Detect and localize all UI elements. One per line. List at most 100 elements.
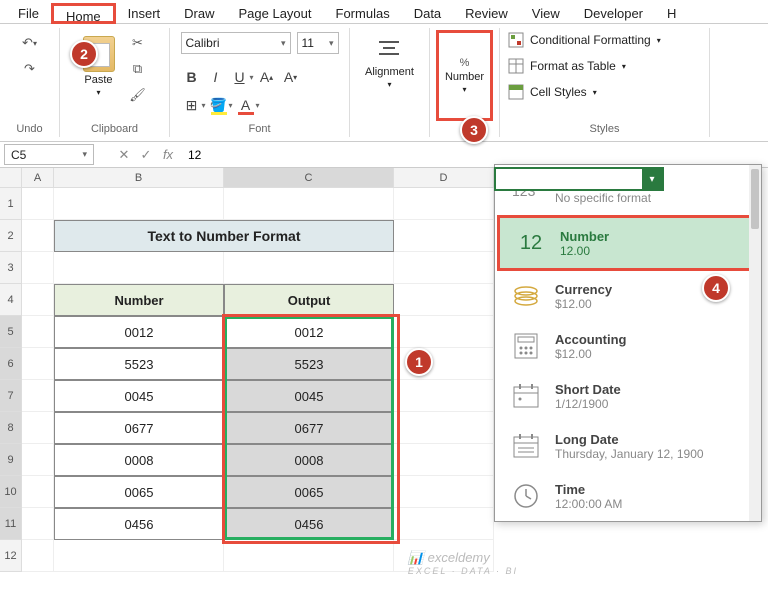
currency-icon xyxy=(509,281,543,311)
tab-pagelayout[interactable]: Page Layout xyxy=(227,3,324,23)
cell-b5[interactable]: 0012 xyxy=(54,316,224,348)
fill-color-button[interactable]: 🪣 xyxy=(208,94,230,116)
cell-c5[interactable]: 0012 xyxy=(224,316,394,348)
tab-draw[interactable]: Draw xyxy=(172,3,226,23)
bold-button[interactable]: B xyxy=(181,66,203,88)
chevron-down-icon: ▾ xyxy=(642,169,662,189)
cell-styles-icon xyxy=(508,84,524,100)
name-box[interactable]: C5▾ xyxy=(4,144,94,165)
increase-font-button[interactable]: A▴ xyxy=(256,66,278,88)
cell-b10[interactable]: 0065 xyxy=(54,476,224,508)
row-header[interactable]: 4 xyxy=(0,284,22,316)
cell-c8[interactable]: 0677 xyxy=(224,412,394,444)
annotation-4: 4 xyxy=(702,274,730,302)
tab-insert[interactable]: Insert xyxy=(116,3,173,23)
cell-c6[interactable]: 5523 xyxy=(224,348,394,380)
col-header[interactable]: C xyxy=(224,168,394,188)
long-date-icon xyxy=(509,431,543,461)
tab-developer[interactable]: Developer xyxy=(572,3,655,23)
row-header[interactable]: 1 xyxy=(0,188,22,220)
font-name-combo[interactable]: Calibri▾ xyxy=(181,32,291,54)
number-format-dropdown: 123 GeneralNo specific format 12 Number1… xyxy=(494,164,762,522)
header-number[interactable]: Number xyxy=(54,284,224,316)
cell-c11[interactable]: 0456 xyxy=(224,508,394,540)
cell-c7[interactable]: 0045 xyxy=(224,380,394,412)
undo-button[interactable]: ↶ ▾ xyxy=(17,32,43,54)
tab-review[interactable]: Review xyxy=(453,3,520,23)
format-short-date[interactable]: Short Date1/12/1900 xyxy=(495,371,761,421)
font-size-combo[interactable]: 11▾ xyxy=(297,32,339,54)
group-undo-label: Undo xyxy=(16,123,42,135)
cancel-formula-button[interactable]: ✕ xyxy=(114,145,134,165)
annotation-3: 3 xyxy=(460,116,488,144)
col-header[interactable]: B xyxy=(54,168,224,188)
enter-formula-button[interactable]: ✓ xyxy=(136,145,156,165)
alignment-icon xyxy=(375,36,403,64)
header-output[interactable]: Output xyxy=(224,284,394,316)
short-date-icon xyxy=(509,381,543,411)
conditional-formatting-button[interactable]: Conditional Formatting ▾ xyxy=(508,32,661,48)
format-long-date[interactable]: Long DateThursday, January 12, 1900 xyxy=(495,421,761,471)
annotation-2: 2 xyxy=(70,40,98,68)
cell-c10[interactable]: 0065 xyxy=(224,476,394,508)
col-header[interactable]: D xyxy=(394,168,494,188)
cell-b6[interactable]: 5523 xyxy=(54,348,224,380)
group-styles-label: Styles xyxy=(590,123,620,135)
decrease-font-button[interactable]: A▾ xyxy=(280,66,302,88)
row-header[interactable]: 10 xyxy=(0,476,22,508)
ribbon: ↶ ▾ ↷ Undo Paste ▾ ✂ ⧉ 🖌 Clipboard Calib… xyxy=(0,24,768,142)
cell-b9[interactable]: 0008 xyxy=(54,444,224,476)
cell-c9[interactable]: 0008 xyxy=(224,444,394,476)
alignment-button[interactable]: Alignment ▾ xyxy=(361,32,418,93)
cell-b7[interactable]: 0045 xyxy=(54,380,224,412)
row-header[interactable]: 11 xyxy=(0,508,22,540)
select-all-corner[interactable] xyxy=(0,168,22,188)
format-time[interactable]: Time12:00:00 AM xyxy=(495,471,761,521)
row-header[interactable]: 7 xyxy=(0,380,22,412)
tab-home[interactable]: Home xyxy=(51,3,116,24)
font-color-button[interactable]: A xyxy=(235,94,257,116)
conditional-formatting-icon xyxy=(508,32,524,48)
format-accounting[interactable]: Accounting $12.00 xyxy=(495,321,761,371)
percent-icon: % xyxy=(460,57,470,69)
row-header[interactable]: 3 xyxy=(0,252,22,284)
italic-button[interactable]: I xyxy=(205,66,227,88)
cell-styles-button[interactable]: Cell Styles ▾ xyxy=(508,84,597,100)
col-header[interactable]: A xyxy=(22,168,54,188)
number-format-combo[interactable]: ▾ xyxy=(494,167,664,191)
tab-data[interactable]: Data xyxy=(402,3,453,23)
ribbon-tabs: File Home Insert Draw Page Layout Formul… xyxy=(0,0,768,24)
dropdown-scrollbar[interactable] xyxy=(749,165,761,521)
row-header[interactable]: 8 xyxy=(0,412,22,444)
row-header[interactable]: 5 xyxy=(0,316,22,348)
tab-view[interactable]: View xyxy=(520,3,572,23)
row-header[interactable]: 6 xyxy=(0,348,22,380)
number-format-button[interactable]: % Number ▾ xyxy=(441,53,488,98)
tab-formulas[interactable]: Formulas xyxy=(324,3,402,23)
title-cell[interactable]: Text to Number Format xyxy=(54,220,394,252)
watermark: 📊 exceldemy EXCEL · DATA · BI xyxy=(408,550,518,576)
row-header[interactable]: 2 xyxy=(0,220,22,252)
cell-b11[interactable]: 0456 xyxy=(54,508,224,540)
tab-file[interactable]: File xyxy=(6,3,51,23)
redo-button[interactable]: ↷ xyxy=(17,58,43,80)
underline-button[interactable]: U xyxy=(229,66,251,88)
cell-b8[interactable]: 0677 xyxy=(54,412,224,444)
time-icon xyxy=(509,481,543,511)
row-header[interactable]: 12 xyxy=(0,540,22,572)
column-headers: A B C D xyxy=(22,168,494,188)
format-painter-button[interactable]: 🖌 xyxy=(125,84,151,106)
formula-input[interactable] xyxy=(182,144,768,165)
border-button[interactable]: ⊞ xyxy=(181,94,203,116)
fx-button[interactable]: fx xyxy=(158,145,178,165)
tab-help[interactable]: H xyxy=(655,3,688,23)
annotation-1: 1 xyxy=(405,348,433,376)
group-font-label: Font xyxy=(248,123,270,135)
group-clipboard-label: Clipboard xyxy=(91,123,138,135)
cut-button[interactable]: ✂ xyxy=(125,32,151,54)
format-number[interactable]: 12 Number12.00 xyxy=(500,218,756,268)
format-as-table-button[interactable]: Format as Table ▾ xyxy=(508,58,626,74)
accounting-icon xyxy=(509,331,543,361)
row-header[interactable]: 9 xyxy=(0,444,22,476)
copy-button[interactable]: ⧉ xyxy=(125,58,151,80)
